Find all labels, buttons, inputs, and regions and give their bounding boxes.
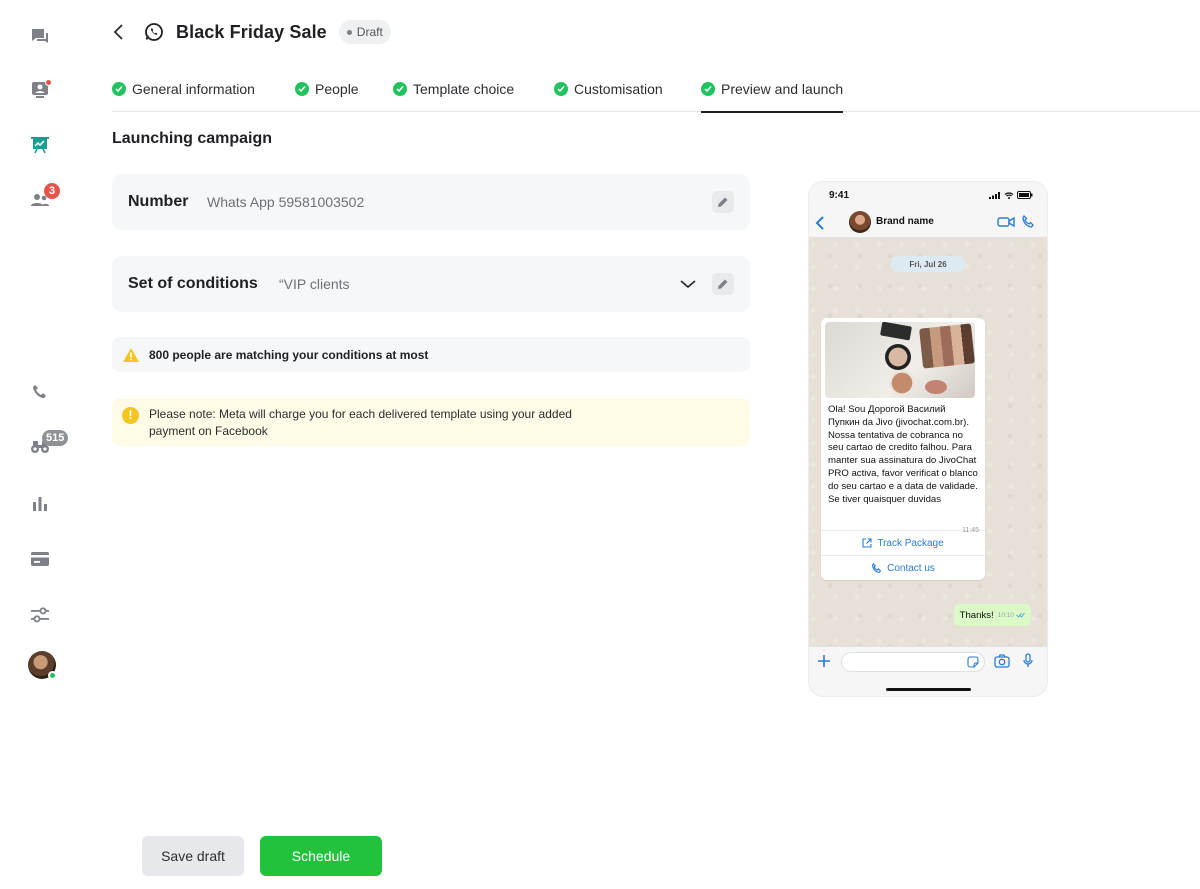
signal-icon <box>989 191 1000 199</box>
team-icon[interactable]: 3 <box>24 183 60 216</box>
video-call-icon[interactable] <box>997 215 1015 229</box>
date-separator: Fri, Jul 26 <box>891 256 965 272</box>
sidebar: 3 515 <box>0 0 80 889</box>
settings-icon[interactable] <box>24 599 56 631</box>
check-circle-icon <box>393 82 407 96</box>
conditions-label: Set of conditions <box>128 275 258 292</box>
billing-icon[interactable] <box>24 543 56 575</box>
brand-name: Brand name <box>876 216 934 227</box>
binoculars-icon[interactable]: 515 <box>24 430 69 462</box>
number-value: Whats App 59581003502 <box>207 194 365 210</box>
tab-preview-and-launch[interactable]: Preview and launch <box>701 70 844 113</box>
whatsapp-icon <box>145 23 163 41</box>
battery-icon <box>1017 191 1033 199</box>
check-circle-icon <box>554 82 568 96</box>
save-draft-button[interactable]: Save draft <box>142 836 244 876</box>
conditions-value: “VIP clients <box>279 276 350 292</box>
chevron-down-icon[interactable] <box>678 274 698 294</box>
edit-conditions-button[interactable] <box>712 273 734 295</box>
double-check-icon <box>1016 612 1025 618</box>
chat-area: Fri, Jul 26 Ola! Sou Дорогой Василий Пуп… <box>809 238 1047 646</box>
info-exclamation-icon: ! <box>122 407 139 424</box>
message-input[interactable] <box>841 652 985 672</box>
number-card: Number Whats App 59581003502 <box>112 174 750 230</box>
brand-avatar <box>849 211 871 233</box>
tab-template-choice[interactable]: Template choice <box>393 70 514 112</box>
page-header: Black Friday Sale Draft <box>112 18 391 46</box>
camera-icon[interactable] <box>994 654 1010 668</box>
team-badge: 3 <box>44 183 60 199</box>
plus-icon[interactable] <box>816 653 832 669</box>
conditions-card: Set of conditions “VIP clients <box>112 256 750 312</box>
phone-icon <box>872 562 882 573</box>
tab-people[interactable]: People <box>295 70 359 112</box>
track-package-button[interactable]: Track Package <box>821 530 985 555</box>
online-status-dot <box>48 671 57 680</box>
notification-dot <box>45 79 52 86</box>
app-root: 3 515 Black Friday Sale Draft General in… <box>0 0 1200 889</box>
phone-chat-header: Brand name <box>809 208 1047 238</box>
step-tabs: General information People Template choi… <box>112 70 1200 113</box>
chevron-left-icon[interactable] <box>815 215 825 231</box>
chevron-left-icon <box>113 24 123 40</box>
tab-customisation[interactable]: Customisation <box>554 70 663 112</box>
user-avatar[interactable] <box>28 651 57 680</box>
pencil-icon <box>718 197 728 207</box>
contact-us-button[interactable]: Contact us <box>821 555 985 580</box>
wifi-icon <box>1004 191 1014 199</box>
home-indicator <box>886 688 971 691</box>
template-message-bubble: Ola! Sou Дорогой Василий Пупкин da Jivo … <box>821 318 985 580</box>
billing-note: ! Please note: Meta will charge you for … <box>112 398 750 446</box>
sticker-icon[interactable] <box>967 656 979 668</box>
edit-number-button[interactable] <box>712 191 734 213</box>
microphone-icon[interactable] <box>1023 653 1033 669</box>
page-title: Black Friday Sale <box>176 21 327 42</box>
back-button[interactable] <box>112 18 132 46</box>
status-badge: Draft <box>338 20 391 44</box>
chat-composer <box>809 646 1047 696</box>
schedule-button[interactable]: Schedule <box>260 836 382 876</box>
campaigns-icon[interactable] <box>24 129 56 161</box>
reports-icon[interactable] <box>24 488 56 520</box>
warning-triangle-icon <box>123 347 139 362</box>
message-text: Ola! Sou Дорогой Василий Пупкин da Jivo … <box>828 404 978 505</box>
tab-general-information[interactable]: General information <box>112 70 255 112</box>
check-circle-icon <box>295 82 309 96</box>
matching-warning: 800 people are matching your conditions … <box>112 337 750 372</box>
chats-icon[interactable] <box>24 21 56 53</box>
section-title: Launching campaign <box>112 130 273 147</box>
agent-monitor-icon[interactable] <box>24 74 56 106</box>
check-circle-icon <box>701 82 715 96</box>
pencil-icon <box>718 279 728 289</box>
product-image <box>825 322 975 398</box>
phone-call-icon[interactable] <box>1021 215 1035 229</box>
phone-icon[interactable] <box>24 376 56 408</box>
phone-status-bar: 9:41 <box>809 182 1047 208</box>
outgoing-message: Thanks! 10:10 <box>953 604 1031 626</box>
visitors-badge: 515 <box>42 430 69 446</box>
number-label: Number <box>128 193 189 210</box>
check-circle-icon <box>112 82 126 96</box>
external-link-icon <box>862 538 872 548</box>
phone-preview: 9:41 Brand name Fri, Jul 26 Ola! Sou Дор… <box>809 182 1047 696</box>
message-time: 11:45 <box>962 527 979 534</box>
